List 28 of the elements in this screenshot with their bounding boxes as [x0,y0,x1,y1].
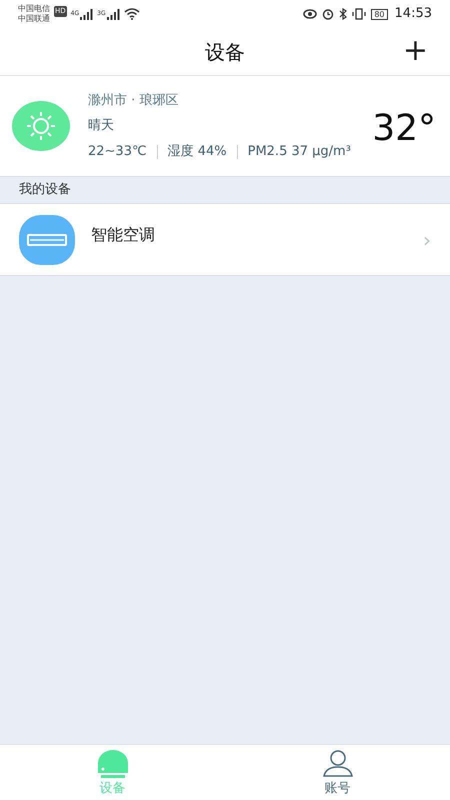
weather-condition: 晴天 [88,117,115,136]
air-conditioner-icon [19,214,75,264]
current-temperature: 32° [372,107,436,151]
clock-time: 14:53 [394,5,432,24]
carrier-name: 中国联通 [18,14,50,24]
signal-icon [79,8,94,20]
bluetooth-icon [339,8,348,20]
tab-item[interactable]: 账号 [225,745,450,800]
wifi-icon [124,8,140,20]
signal-icon [106,8,120,20]
device-icon [96,748,130,779]
device-row[interactable]: 智能空调 › [0,203,450,276]
temperature-range: 22~33℃ [88,142,147,161]
vibrate-icon [352,8,366,20]
eye-icon [303,9,318,19]
device-name: 智能空调 [91,224,156,246]
chevron-icon: › [423,224,431,254]
location-text: 滁州市 · 琅琊区 [88,92,180,110]
section-title: 我的设备 [19,181,71,200]
humidity-text: 湿度 44% [168,142,227,161]
pm25-text: PM2.5 37 μg/m³ [248,142,351,161]
add-button[interactable]: + [402,34,428,68]
user-icon [320,748,354,779]
alarm-icon [322,8,334,20]
page-title: 设备 [205,38,245,66]
battery-indicator: 80 [371,8,388,20]
sun-icon [12,101,70,151]
carrier-name: 中国电信 [18,4,50,14]
